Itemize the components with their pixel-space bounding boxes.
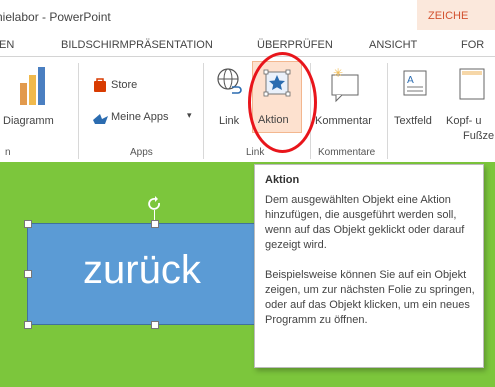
fusszeile-label: Fußze bbox=[463, 130, 495, 142]
resize-handle[interactable] bbox=[24, 321, 32, 329]
kopf-label: Kopf- u bbox=[446, 115, 482, 127]
store-button[interactable]: Store bbox=[90, 77, 160, 95]
header-footer-icon bbox=[459, 68, 485, 100]
shape-text: zurück bbox=[83, 248, 201, 292]
diagramm-button[interactable]: Diagramm bbox=[0, 63, 80, 133]
aktion-tooltip: Aktion Dem ausgewählten Objekt eine Akti… bbox=[254, 164, 484, 368]
highlight-circle bbox=[248, 52, 317, 153]
store-icon bbox=[94, 78, 106, 92]
tab-ueberpruefen[interactable]: ÜBERPRÜFEN bbox=[257, 39, 333, 51]
group-label-apps: Apps bbox=[130, 147, 153, 158]
tab-format[interactable]: FOR bbox=[461, 39, 484, 51]
separator bbox=[78, 63, 79, 159]
textfeld-button[interactable]: A Textfeld bbox=[392, 63, 442, 133]
textfeld-label: Textfeld bbox=[394, 115, 432, 127]
store-label: Store bbox=[111, 79, 138, 91]
chevron-down-icon: ▾ bbox=[187, 110, 192, 120]
tab-zeichentools[interactable]: ZEICHE bbox=[417, 0, 495, 30]
resize-handle[interactable] bbox=[151, 220, 159, 228]
resize-handle[interactable] bbox=[151, 321, 159, 329]
rotate-handle-icon[interactable] bbox=[147, 196, 163, 212]
kommentar-button[interactable]: ✳ Kommentar bbox=[314, 63, 384, 133]
svg-text:✳: ✳ bbox=[333, 66, 343, 80]
group-label-illustrationen: n bbox=[5, 147, 11, 158]
link-label: Link bbox=[219, 115, 240, 127]
resize-handle[interactable] bbox=[24, 220, 32, 228]
tooltip-example: Beispielsweise können Sie auf ein Objekt… bbox=[265, 269, 475, 326]
ribbon-tabs: EN BILDSCHIRMPRÄSENTATION ÜBERPRÜFEN ANS… bbox=[0, 30, 495, 56]
meine-apps-button[interactable]: Meine Apps ▾ bbox=[90, 109, 200, 127]
tab-ansicht[interactable]: ANSICHT bbox=[369, 39, 417, 51]
tab-einfuegen[interactable]: EN bbox=[0, 39, 14, 51]
meine-apps-label: Meine Apps bbox=[111, 111, 169, 123]
svg-text:A: A bbox=[407, 75, 414, 86]
diagramm-label: Diagramm bbox=[3, 115, 54, 127]
selected-shape[interactable]: zurück bbox=[27, 223, 284, 325]
title-bar: nielabor - PowerPoint ZEICHE bbox=[0, 0, 495, 30]
comment-icon: ✳ bbox=[331, 66, 359, 103]
resize-handle[interactable] bbox=[24, 270, 32, 278]
group-label-links: Link bbox=[246, 147, 265, 158]
kopf-fusszeile-button[interactable]: Kopf- u Fußze bbox=[444, 63, 495, 153]
kommentar-label: Kommentar bbox=[315, 115, 372, 127]
window-title: nielabor - PowerPoint bbox=[0, 10, 111, 24]
link-button[interactable]: Link bbox=[212, 63, 248, 133]
globe-link-icon bbox=[217, 68, 242, 94]
textbox-icon: A bbox=[403, 70, 427, 96]
separator bbox=[203, 63, 204, 159]
tooltip-title: Aktion bbox=[265, 174, 300, 186]
group-label-kommentare: Kommentare bbox=[318, 147, 376, 158]
tab-bildschirmpraesentation[interactable]: BILDSCHIRMPRÄSENTATION bbox=[61, 39, 213, 51]
apps-icon bbox=[93, 114, 108, 124]
separator bbox=[387, 63, 388, 159]
tooltip-description: Dem ausgewählten Objekt eine Aktion hinz… bbox=[265, 194, 465, 251]
tab-zeichentools-label: ZEICHE bbox=[428, 10, 469, 22]
